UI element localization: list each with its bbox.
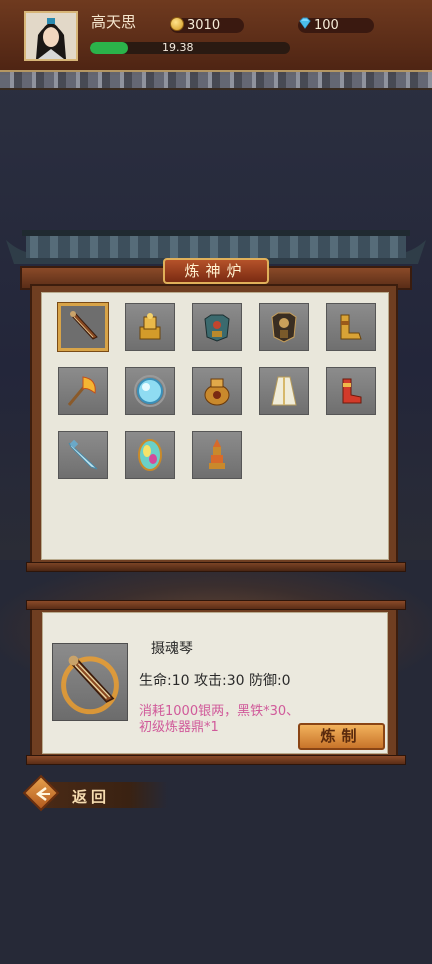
item-name: 摄魂琴 bbox=[151, 641, 193, 657]
craft-cost: 消耗1000银两，黑铁*30、初级炼器鼎*1 bbox=[139, 704, 300, 735]
avatar-portrait-icon bbox=[26, 13, 76, 59]
craft-button[interactable]: 炼制 bbox=[298, 723, 385, 750]
item-slot[interactable] bbox=[58, 431, 108, 479]
gem-amount: 100 bbox=[314, 18, 339, 33]
item-slot[interactable] bbox=[125, 367, 175, 415]
exp-bar-fill bbox=[90, 42, 128, 54]
furnace-title: 炼神炉 bbox=[163, 258, 269, 284]
diamond-icon bbox=[299, 17, 311, 29]
coin-amount: 3010 bbox=[187, 18, 221, 33]
ice-sword-item-icon bbox=[68, 439, 98, 470]
back-label: 返回 bbox=[72, 788, 111, 806]
item-slot[interactable] bbox=[326, 367, 376, 415]
item-slot[interactable] bbox=[192, 367, 242, 415]
white-robe-item-icon bbox=[271, 376, 297, 406]
item-slot[interactable] bbox=[58, 367, 108, 415]
lyre-icon bbox=[61, 655, 119, 715]
header-trim bbox=[0, 70, 432, 90]
exp-value: 19.38 bbox=[162, 41, 194, 54]
bronze-armor-item-icon bbox=[204, 314, 230, 342]
back-arrow-icon bbox=[35, 787, 50, 801]
player-avatar[interactable] bbox=[24, 11, 78, 61]
item-stats: 生命:10 攻击:30 防御:0 bbox=[139, 673, 291, 689]
detail-bottom-ledge bbox=[26, 755, 406, 765]
item-slot[interactable] bbox=[125, 431, 175, 479]
item-slot[interactable] bbox=[192, 303, 242, 351]
panel-ledge bbox=[26, 562, 406, 572]
selected-item-preview bbox=[52, 643, 128, 721]
back-button[interactable]: 返回 bbox=[22, 774, 168, 812]
lyre-item-icon bbox=[70, 311, 98, 340]
detail-top-ledge bbox=[26, 600, 406, 610]
dark-armor-item-icon bbox=[271, 312, 297, 343]
player-name: 高天思 bbox=[91, 13, 137, 31]
item-slot[interactable] bbox=[259, 303, 309, 351]
item-slot[interactable] bbox=[58, 303, 108, 351]
item-slot[interactable] bbox=[326, 303, 376, 351]
golden-seal-item-icon bbox=[139, 313, 161, 340]
item-slot[interactable] bbox=[259, 367, 309, 415]
tiered-pagoda-item-icon bbox=[209, 439, 225, 469]
golden-boots-item-icon bbox=[340, 314, 362, 340]
flame-axe-item-icon bbox=[67, 376, 96, 406]
rainbow-gem-item-icon bbox=[138, 439, 162, 471]
item-slot[interactable] bbox=[192, 431, 242, 479]
blue-orb-item-icon bbox=[134, 375, 166, 407]
item-slot[interactable] bbox=[125, 303, 175, 351]
coin-icon bbox=[170, 17, 184, 31]
red-boots-item-icon bbox=[342, 378, 362, 404]
golden-cauldron-item-icon bbox=[204, 378, 230, 406]
